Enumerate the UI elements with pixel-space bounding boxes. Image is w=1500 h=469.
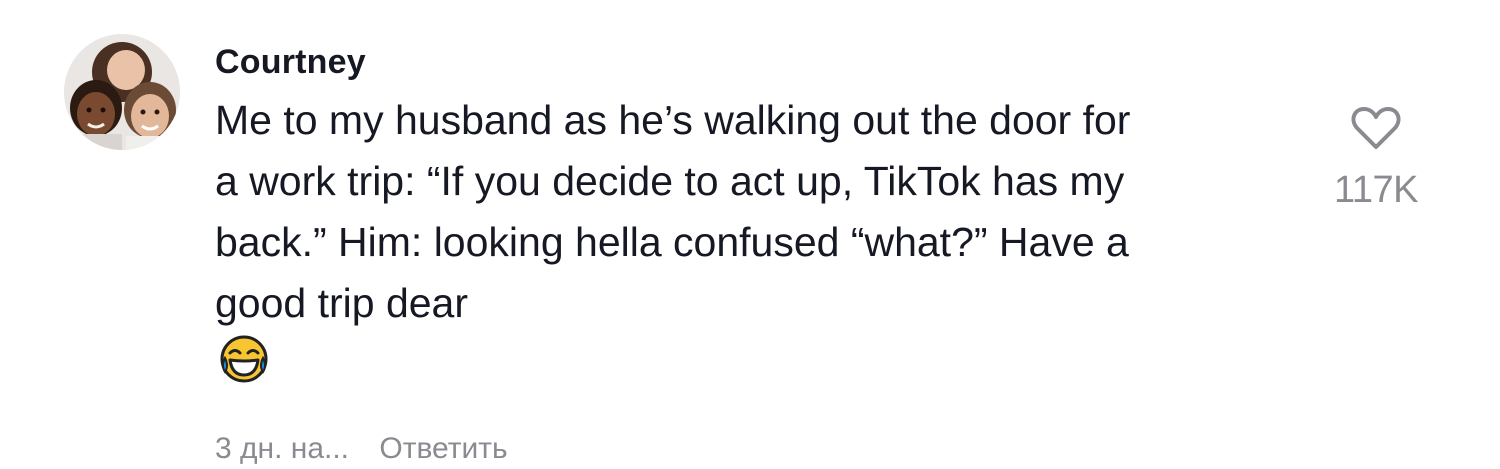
avatar[interactable] [64, 34, 180, 150]
comment-meta: 3 дн. на... Ответить [215, 429, 1295, 469]
heart-outline-icon[interactable] [1351, 106, 1401, 155]
comment-text: Me to my husband as he’s walking out the… [215, 90, 1295, 401]
comment-timestamp: 3 дн. на... [215, 432, 350, 465]
comment-text-line: back.” Him: looking hella confused “what… [215, 219, 1129, 265]
like-area: 117K [1316, 106, 1436, 212]
comment-item: Courtney Me to my husband as he’s walkin… [0, 0, 1500, 465]
laughing-emoji-icon [219, 334, 1295, 401]
reply-button[interactable]: Ответить [379, 432, 507, 465]
like-count: 117K [1334, 169, 1418, 211]
comment-username[interactable]: Courtney [215, 40, 1295, 84]
comment-body: Courtney Me to my husband as he’s walkin… [215, 40, 1295, 469]
comment-text-line: Me to my husband as he’s walking out the… [215, 97, 1131, 143]
comment-text-line: a work trip: “If you decide to act up, T… [215, 158, 1125, 204]
comment-text-line: good trip dear [215, 280, 469, 326]
comment-text-line-last: good trip dear [215, 273, 1295, 401]
